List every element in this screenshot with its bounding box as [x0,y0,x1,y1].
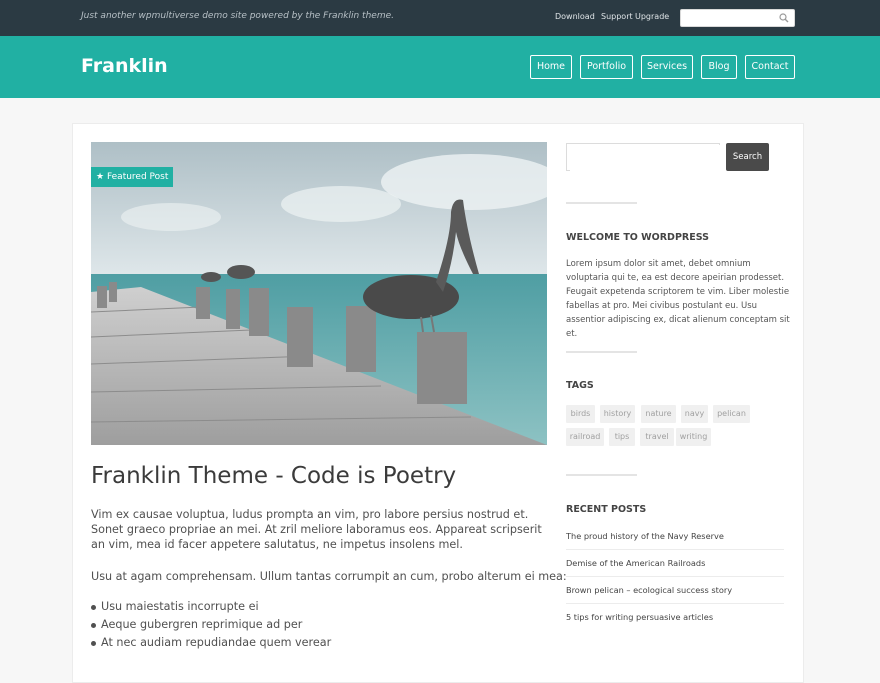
nav-portfolio[interactable]: Portfolio [580,55,633,79]
sidebar-search-button[interactable]: Search [726,143,769,171]
post-paragraph-2: Usu at agam comprehensam. Ullum tantas c… [91,570,567,583]
divider [566,576,784,577]
divider [566,202,637,204]
bullet-icon [91,605,96,610]
site-header: Franklin Home Portfolio Services Blog Co… [0,36,880,98]
tag-history[interactable]: history [600,405,635,423]
nav-contact[interactable]: Contact [745,55,795,79]
top-search-box [680,9,795,30]
tag-navy[interactable]: navy [681,405,708,423]
divider [566,603,784,604]
tag-travel[interactable]: travel [640,428,674,446]
site-tagline: Just another wpmultiverse demo site powe… [81,11,394,21]
tag-pelican[interactable]: pelican [713,405,750,423]
featured-image[interactable] [91,142,547,445]
divider [566,474,637,476]
tag-railroad[interactable]: railroad [566,428,604,446]
featured-badge: ★ Featured Post [91,167,173,187]
nav-home[interactable]: Home [530,55,572,79]
sidebar-search-input[interactable] [570,145,720,171]
top-search-input[interactable] [685,14,777,30]
search-icon[interactable] [779,13,789,23]
recent-post-link[interactable]: The proud history of the Navy Reserve [566,531,784,541]
post-paragraph-1: Vim ex causae voluptua, ludus prompta an… [91,508,542,551]
upgrade-link[interactable]: Upgrade [635,12,669,21]
post-title[interactable]: Franklin Theme - Code is Poetry [91,463,456,489]
bullet-icon [91,641,96,646]
divider [566,351,637,353]
download-link[interactable]: Download [555,12,595,21]
tag-tips[interactable]: tips [609,428,635,446]
recent-post-link[interactable]: 5 tips for writing persuasive articles [566,612,784,622]
divider [566,549,784,550]
sidebar-search-box [566,143,720,171]
tag-birds[interactable]: birds [566,405,595,423]
tag-nature[interactable]: nature [641,405,676,423]
star-icon: ★ [96,172,105,182]
tag-writing[interactable]: writing [676,428,711,446]
support-link[interactable]: Support [601,12,633,21]
welcome-text: Lorem ipsum dolor sit amet, debet omnium… [566,259,790,339]
bullet-icon [91,623,96,628]
recent-posts-heading: RECENT POSTS [566,504,647,515]
nav-services[interactable]: Services [641,55,693,79]
nav-blog[interactable]: Blog [701,55,737,79]
top-bar: Just another wpmultiverse demo site powe… [0,0,880,36]
recent-post-link[interactable]: Brown pelican – ecological success story [566,585,784,595]
featured-badge-label: Featured Post [106,172,169,182]
tags-heading: TAGS [566,380,594,391]
recent-post-link[interactable]: Demise of the American Railroads [566,558,784,568]
site-logo[interactable]: Franklin [81,55,168,77]
welcome-heading: WELCOME TO WORDPRESS [566,232,709,243]
